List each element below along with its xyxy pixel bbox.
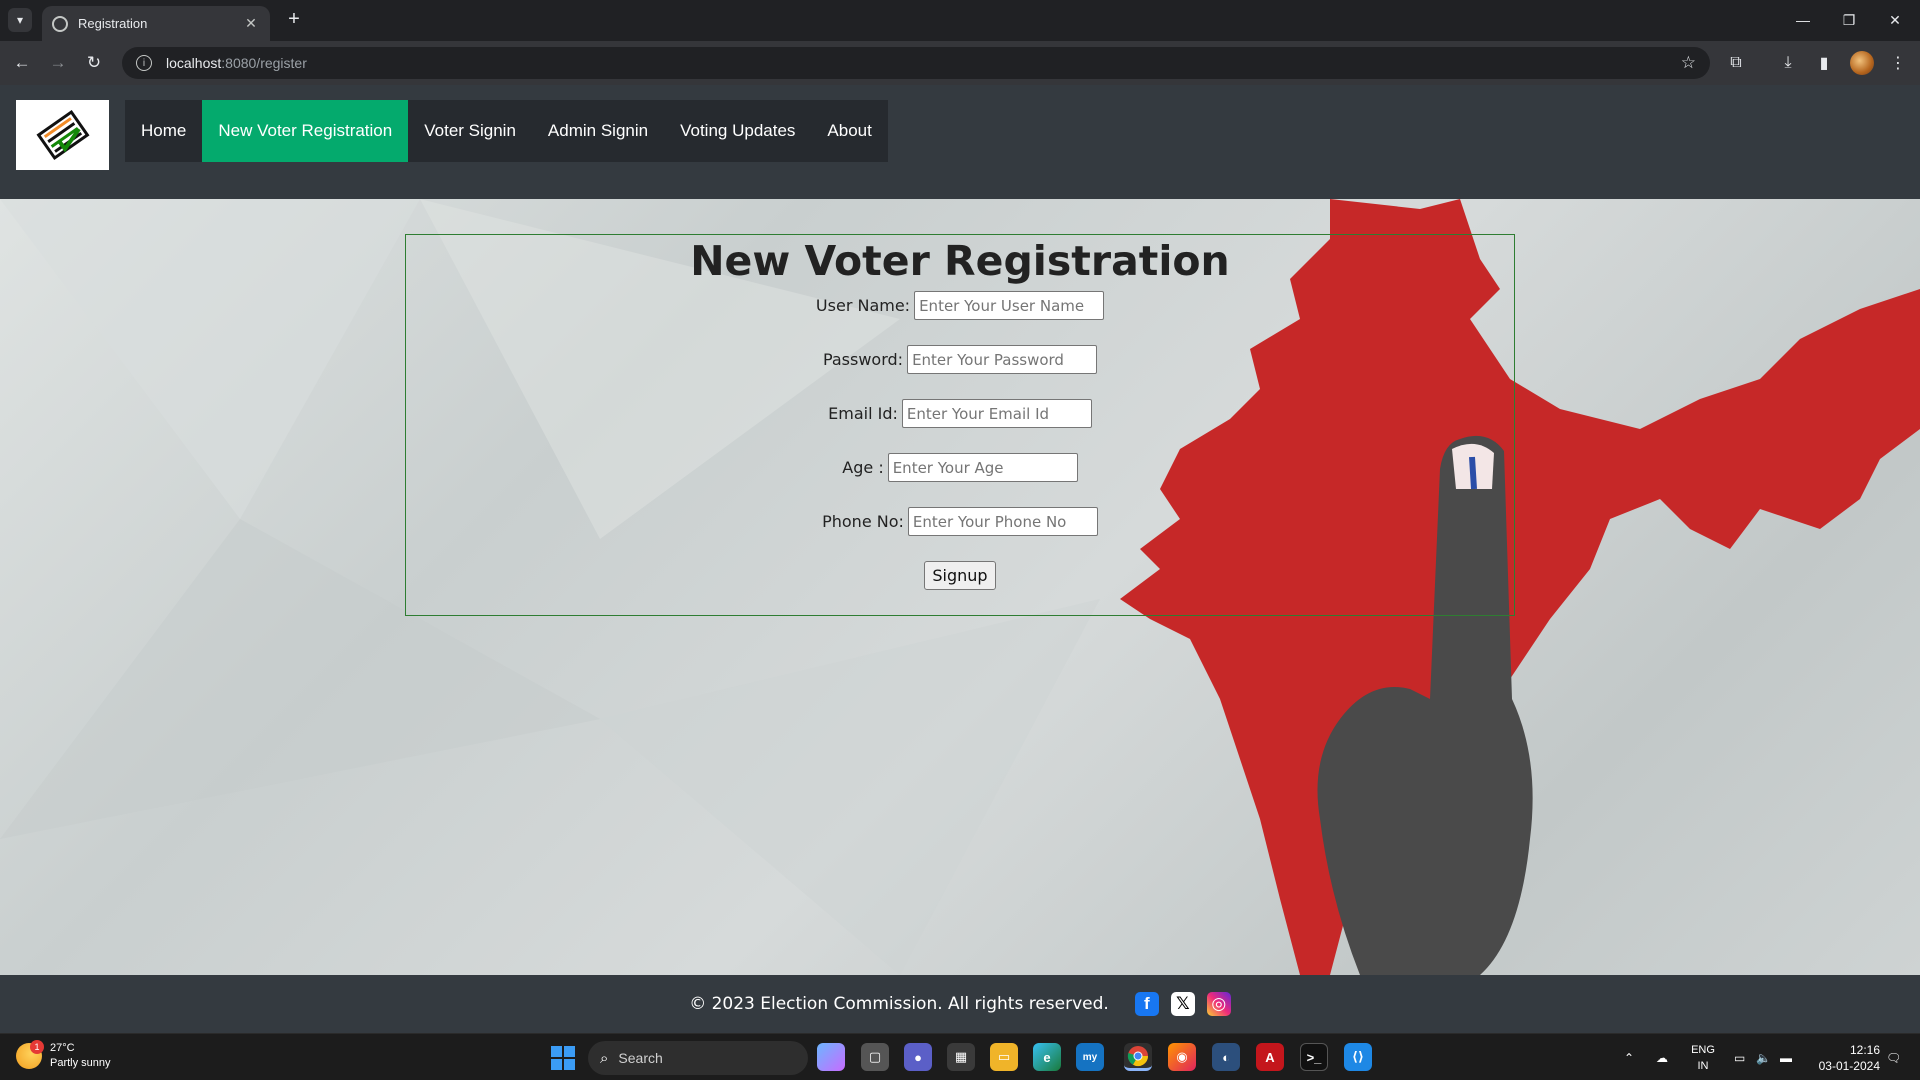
url-path: :8080/register: [221, 55, 307, 71]
file-explorer-icon[interactable]: ▭: [990, 1043, 1018, 1071]
store-icon[interactable]: ▦: [947, 1043, 975, 1071]
chrome-icon[interactable]: [1124, 1043, 1152, 1071]
form-title: New Voter Registration: [690, 237, 1230, 285]
nav-home[interactable]: Home: [125, 100, 202, 162]
bookmark-star-icon[interactable]: ☆: [1681, 53, 1696, 73]
battery-icon[interactable]: ▬: [1780, 1034, 1792, 1080]
age-label: Age :: [842, 458, 884, 477]
search-icon: ⌕: [600, 1049, 609, 1067]
browser-toolbar: ← → ↻ i localhost:8080/register ☆ ⧉ ⤓ ▮ …: [0, 41, 1920, 85]
firefox-icon[interactable]: ◉: [1168, 1043, 1196, 1071]
phone-row: Phone No:: [406, 507, 1514, 536]
site-header: Home New Voter Registration Voter Signin…: [0, 85, 1920, 199]
signup-button[interactable]: Signup: [924, 561, 996, 590]
password-label: Password:: [822, 350, 904, 369]
address-bar[interactable]: i localhost:8080/register ☆: [122, 47, 1710, 79]
site-footer: © 2023 Election Commission. All rights r…: [0, 975, 1920, 1033]
weather-badge: 1: [30, 1040, 44, 1054]
start-button[interactable]: [551, 1046, 575, 1070]
reload-button[interactable]: ↻: [80, 49, 108, 77]
password-input[interactable]: [907, 345, 1098, 374]
system-clock[interactable]: 12:16 03-01-2024: [1808, 1042, 1880, 1074]
copyright-text: © 2023 Election Commission. All rights r…: [689, 994, 1109, 1014]
restore-button[interactable]: ❐: [1826, 0, 1872, 40]
side-panel-icon[interactable]: ▮: [1812, 51, 1836, 75]
volume-icon[interactable]: 🔈: [1756, 1034, 1771, 1080]
extensions-icon[interactable]: ⧉: [1724, 51, 1748, 75]
edge-icon[interactable]: e: [1033, 1043, 1061, 1071]
nav-admin-signin[interactable]: Admin Signin: [532, 100, 664, 162]
age-row: Age :: [406, 453, 1514, 482]
vscode-icon[interactable]: ⟨⟩: [1344, 1043, 1372, 1071]
nav-about[interactable]: About: [811, 100, 887, 162]
email-input[interactable]: [901, 399, 1092, 428]
username-row: User Name:: [406, 291, 1514, 320]
email-label: Email Id:: [828, 404, 898, 423]
acrobat-icon[interactable]: A: [1256, 1043, 1284, 1071]
minimize-button[interactable]: —: [1780, 0, 1826, 40]
email-row: Email Id:: [406, 399, 1514, 428]
ballot-logo-icon: [35, 109, 90, 161]
network-icon[interactable]: ▭: [1734, 1034, 1745, 1080]
mysql-workbench-icon[interactable]: my: [1076, 1043, 1104, 1071]
nav-voting-updates[interactable]: Voting Updates: [664, 100, 811, 162]
tab-title: Registration: [78, 16, 148, 31]
new-tab-button[interactable]: +: [282, 8, 306, 32]
instagram-icon[interactable]: ◎: [1206, 992, 1231, 1016]
windows-taskbar: 1 27°C Partly sunny ⌕ Search ▢ ● ▦ ▭ e m…: [0, 1033, 1920, 1080]
onedrive-icon[interactable]: ☁: [1656, 1034, 1668, 1080]
notifications-icon[interactable]: 🗨: [1886, 1034, 1901, 1080]
phone-label: Phone No:: [822, 512, 904, 531]
forward-button[interactable]: →: [44, 49, 72, 77]
close-window-button[interactable]: ✕: [1872, 0, 1918, 40]
region-code: IN: [1697, 1060, 1709, 1072]
language-code: ENG: [1691, 1044, 1715, 1056]
site-info-icon[interactable]: i: [136, 55, 152, 71]
submit-row: Signup: [406, 561, 1514, 590]
search-label: Search: [618, 1050, 663, 1066]
clock-date: 03-01-2024: [1818, 1059, 1880, 1073]
weather-widget[interactable]: 1 27°C Partly sunny: [16, 1040, 111, 1071]
x-icon[interactable]: 𝕏: [1170, 992, 1195, 1016]
show-hidden-icons[interactable]: ⌃: [1624, 1034, 1634, 1080]
globe-icon: [52, 15, 68, 32]
username-input[interactable]: [914, 291, 1105, 320]
web-page: Home New Voter Registration Voter Signin…: [0, 85, 1920, 1033]
url-host: localhost: [166, 55, 222, 71]
menu-icon[interactable]: ⋮: [1886, 51, 1910, 75]
username-label: User Name:: [815, 296, 911, 315]
language-indicator[interactable]: ENG IN: [1688, 1042, 1718, 1074]
back-button[interactable]: ←: [8, 49, 36, 77]
nav-voter-signin[interactable]: Voter Signin: [408, 100, 532, 162]
registration-form: New Voter Registration User Name: Passwo…: [405, 234, 1515, 616]
weather-temp: 27°C: [50, 1042, 75, 1054]
task-view-icon[interactable]: ▢: [861, 1043, 889, 1071]
nav-new-voter-registration[interactable]: New Voter Registration: [202, 100, 409, 162]
browser-tab[interactable]: Registration ✕: [42, 6, 270, 41]
terminal-icon[interactable]: >_: [1300, 1043, 1328, 1071]
site-logo[interactable]: [16, 100, 109, 170]
clock-time: 12:16: [1849, 1043, 1880, 1057]
copilot-icon[interactable]: [817, 1043, 845, 1071]
eclipse-ide-icon[interactable]: ◐: [1212, 1043, 1240, 1071]
tab-search-button[interactable]: ▾: [8, 8, 32, 32]
facebook-icon[interactable]: f: [1134, 992, 1159, 1016]
teams-chat-icon[interactable]: ●: [904, 1043, 932, 1071]
profile-avatar[interactable]: [1850, 51, 1874, 75]
taskbar-search[interactable]: ⌕ Search: [588, 1041, 808, 1075]
weather-desc: Partly sunny: [50, 1057, 111, 1069]
download-icon[interactable]: ⤓: [1776, 51, 1800, 75]
main-navigation: Home New Voter Registration Voter Signin…: [125, 100, 888, 162]
phone-input[interactable]: [907, 507, 1098, 536]
close-tab-icon[interactable]: ✕: [242, 15, 260, 32]
browser-tab-bar: ▾ Registration ✕ + — ❐ ✕: [0, 0, 1920, 41]
weather-sun-icon: 1: [16, 1040, 44, 1069]
password-row: Password:: [406, 345, 1514, 374]
age-input[interactable]: [887, 453, 1078, 482]
